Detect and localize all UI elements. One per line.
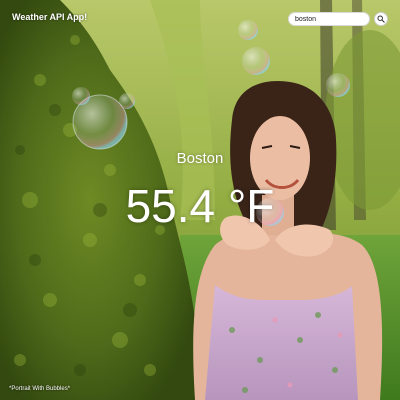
search-icon	[377, 15, 385, 23]
app-title: Weather API App!	[12, 12, 88, 22]
photo-caption: *Portrait With Bubbles*	[9, 386, 71, 392]
temperature: 55.4 °F	[125, 180, 275, 232]
city-name: Boston	[176, 150, 224, 167]
search-form	[288, 12, 388, 28]
search-input[interactable]	[288, 12, 370, 26]
search-button[interactable]	[374, 12, 388, 26]
weather-app: Weather API App! Boston 55.4 °F *Portrai…	[0, 0, 400, 400]
